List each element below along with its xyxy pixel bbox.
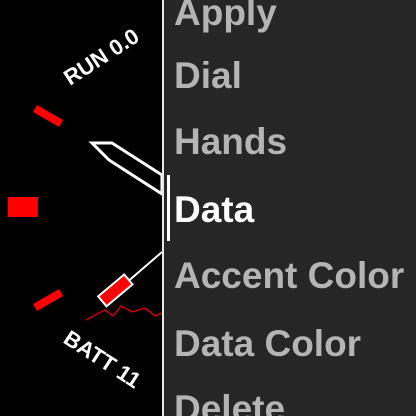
hour-marker-9 xyxy=(8,197,38,217)
selection-indicator xyxy=(167,175,170,241)
menu-item-data[interactable]: Data xyxy=(174,184,254,236)
menu-item-hands[interactable]: Hands xyxy=(174,116,287,168)
hour-marker-8 xyxy=(33,289,63,311)
battery-complication: BATT 11 xyxy=(59,325,145,393)
hour-hand xyxy=(88,141,162,196)
menu-item-delete[interactable]: Delete xyxy=(174,383,285,416)
run-complication: RUN 0.0 xyxy=(59,23,143,90)
minute-hand-accent xyxy=(96,273,134,308)
menu-item-accent-color[interactable]: Accent Color xyxy=(174,250,404,302)
settings-menu: Apply Dial Hands Data Accent Color Data … xyxy=(164,0,416,416)
hour-marker-10 xyxy=(33,105,63,127)
menu-item-data-color[interactable]: Data Color xyxy=(174,318,361,370)
watch-face-preview: RUN 0.0 BATT 11 xyxy=(0,0,162,416)
data-graph xyxy=(85,305,162,321)
menu-item-dial[interactable]: Dial xyxy=(174,50,242,102)
watch-face-drawing: RUN 0.0 BATT 11 xyxy=(8,23,162,393)
menu-item-apply[interactable]: Apply xyxy=(174,0,277,39)
